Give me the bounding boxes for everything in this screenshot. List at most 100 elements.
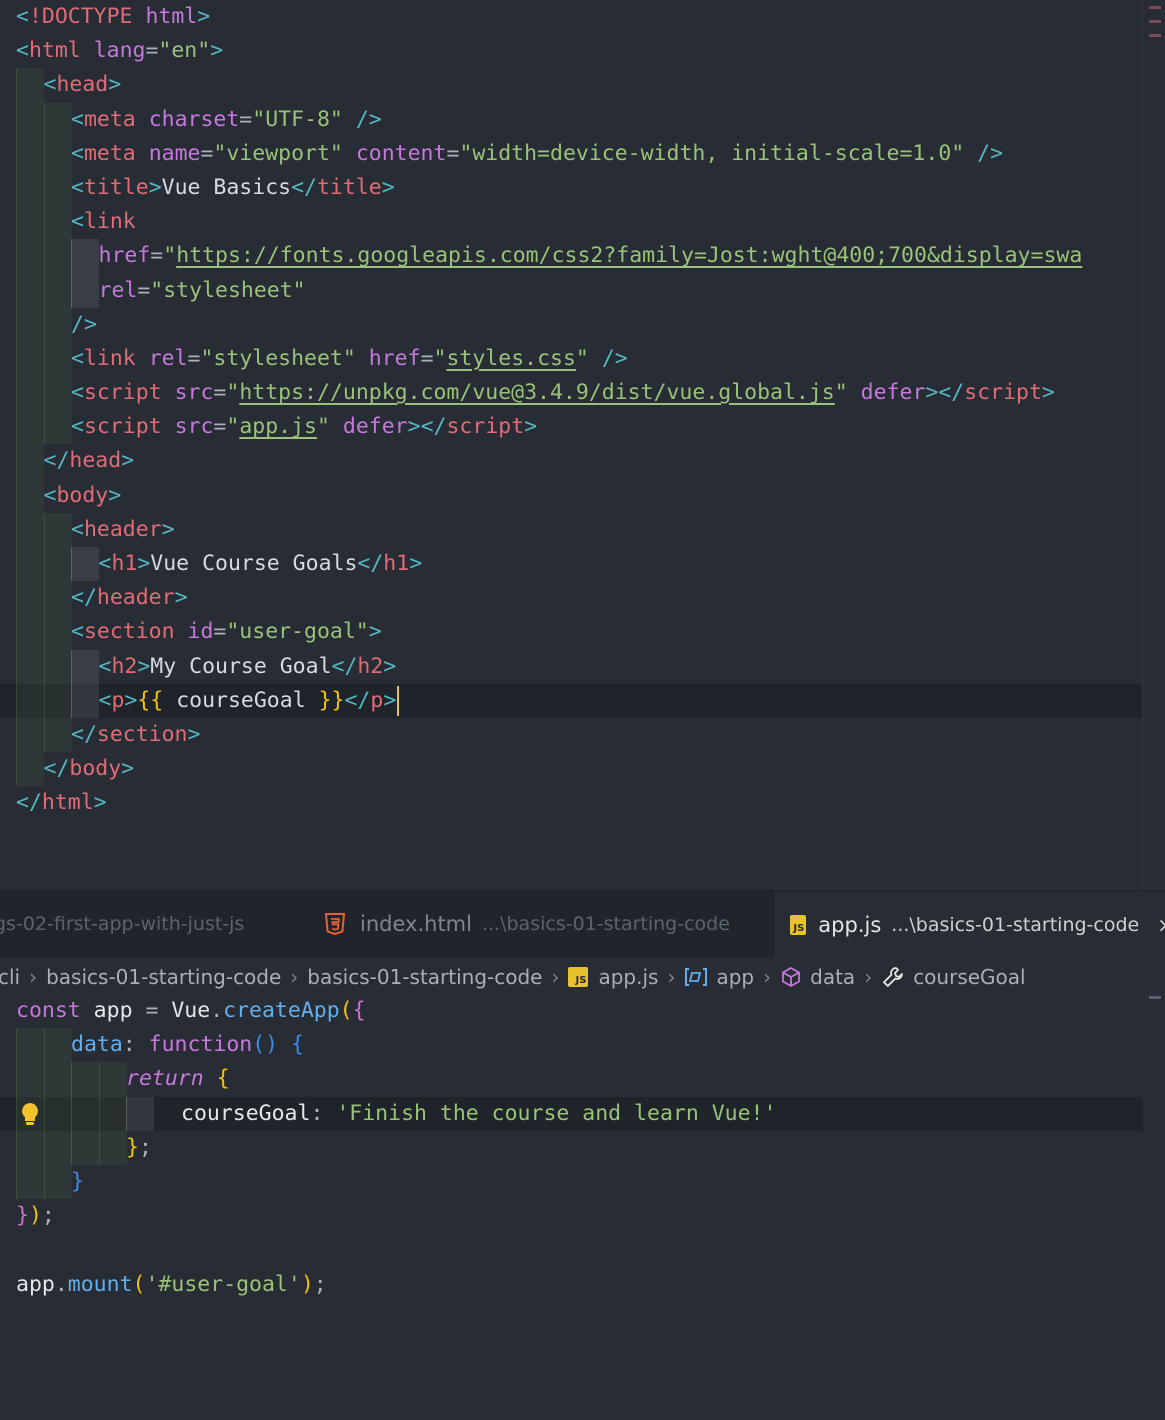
- code-line[interactable]: <!DOCTYPE html>: [0, 0, 1143, 34]
- code-line[interactable]: <meta charset="UTF-8" />: [0, 102, 1143, 137]
- code-token: ): [300, 1271, 314, 1297]
- breadcrumb-symbol-coursegoal[interactable]: courseGoal: [913, 965, 1025, 989]
- code-line[interactable]: <header>: [0, 512, 1143, 547]
- code-line[interactable]: app.mount('#user-goal');: [0, 1268, 1143, 1302]
- code-text: </header>: [71, 581, 188, 615]
- code-line[interactable]: <head>: [0, 68, 1143, 103]
- code-line[interactable]: <p>{{ courseGoal }}</p>: [0, 683, 1143, 718]
- code-text: };: [126, 1131, 152, 1165]
- code-line[interactable]: });: [0, 1199, 1143, 1233]
- breadcrumb-folder-1[interactable]: basics-01-starting-code: [46, 965, 281, 989]
- code-token: <: [16, 38, 29, 64]
- indent-guide: [16, 752, 44, 787]
- breadcrumb-symbol-app[interactable]: app: [716, 965, 754, 989]
- js-editor-pane[interactable]: gs-02-first-app-with-just-js index.html …: [0, 890, 1165, 1420]
- code-token: </: [357, 551, 384, 576]
- code-token: title: [316, 174, 382, 200]
- tab-app-js[interactable]: JS app.js ...\basics-01-starting-code ×: [774, 891, 1165, 958]
- code-token: (: [339, 998, 353, 1023]
- code-line[interactable]: }: [0, 1164, 1143, 1200]
- breadcrumb-symbol-data[interactable]: data: [810, 965, 855, 989]
- code-token: html: [28, 38, 81, 64]
- code-token: <: [98, 687, 112, 713]
- code-line[interactable]: </head>: [0, 444, 1143, 479]
- code-line[interactable]: </html>: [0, 786, 1143, 820]
- code-token: >: [381, 174, 395, 200]
- code-token: </: [16, 790, 42, 816]
- code-line[interactable]: <html lang="en">: [0, 34, 1143, 68]
- code-line[interactable]: </section>: [0, 717, 1143, 753]
- html-code-area[interactable]: <!DOCTYPE html> <html lang="en"> <head> <me…: [0, 0, 1143, 821]
- code-token: </: [71, 585, 97, 611]
- code-line[interactable]: <section id="user-goal">: [0, 615, 1143, 650]
- code-token: .: [210, 998, 224, 1023]
- code-token: rel: [148, 345, 188, 371]
- code-line[interactable]: <meta name="viewport" content="width=dev…: [0, 136, 1143, 171]
- code-line[interactable]: courseGoal: 'Finish the course and learn…: [0, 1096, 1143, 1131]
- tab-index-html[interactable]: index.html ...\basics-01-starting-code: [324, 891, 730, 957]
- code-line[interactable]: const app = Vue.createApp({: [0, 994, 1143, 1028]
- indent-guide: [98, 1062, 127, 1097]
- code-token: <: [98, 551, 112, 576]
- code-token: ": [834, 380, 848, 406]
- indent-guide: [71, 1130, 99, 1165]
- code-line[interactable]: <h1>Vue Course Goals</h1>: [0, 547, 1143, 582]
- code-text: }: [71, 1165, 84, 1199]
- tab-index-path: ...\basics-01-starting-code: [481, 913, 730, 935]
- code-line[interactable]: </body>: [0, 752, 1143, 787]
- tab-first-app[interactable]: gs-02-first-app-with-just-js: [0, 891, 244, 957]
- code-line[interactable]: [0, 1233, 1143, 1267]
- breadcrumb-cli[interactable]: cli: [0, 965, 20, 989]
- code-token: rel: [98, 277, 138, 303]
- code-token: mount: [67, 1271, 133, 1297]
- code-line[interactable]: <title>Vue Basics</title>: [0, 170, 1143, 206]
- code-line[interactable]: rel="stylesheet": [0, 273, 1143, 308]
- lightbulb-icon[interactable]: [20, 1102, 40, 1126]
- code-token: =: [446, 140, 460, 166]
- code-text: <meta charset="UTF-8" />: [71, 103, 382, 137]
- code-token: (: [132, 1271, 146, 1297]
- code-line[interactable]: <link rel="stylesheet" href="styles.css"…: [0, 341, 1143, 377]
- code-token: "width=device-width, initial-scale=1.0": [459, 140, 965, 166]
- code-line[interactable]: };: [0, 1130, 1143, 1165]
- code-token: (): [252, 1032, 279, 1058]
- code-line[interactable]: data: function() {: [0, 1028, 1143, 1063]
- code-line[interactable]: </header>: [0, 581, 1143, 616]
- code-text: <link rel="stylesheet" href="styles.css"…: [71, 342, 628, 376]
- html-editor-pane[interactable]: <!DOCTYPE html> <html lang="en"> <head> <me…: [0, 0, 1165, 890]
- indent-guide: [16, 683, 44, 718]
- indent-guide: [43, 547, 72, 582]
- close-icon[interactable]: ×: [1157, 913, 1165, 937]
- code-line[interactable]: return {: [0, 1062, 1143, 1097]
- code-token: My Course Goal: [150, 653, 332, 679]
- code-token: <: [71, 619, 84, 645]
- code-line[interactable]: <h2>My Course Goal</h2>: [0, 649, 1143, 684]
- tab-first-label: gs-02-first-app-with-just-js: [0, 913, 245, 935]
- js-code-area[interactable]: const app = Vue.createApp({data: functio…: [0, 994, 1143, 1302]
- code-line[interactable]: <script src="app.js" defer></script>: [0, 410, 1143, 445]
- code-line[interactable]: <link: [0, 205, 1143, 240]
- code-text: </section>: [71, 718, 200, 752]
- breadcrumb-file[interactable]: app.js: [598, 965, 658, 989]
- code-token: link: [83, 345, 136, 371]
- code-line[interactable]: href="https://fonts.googleapis.com/css2?…: [0, 239, 1143, 274]
- code-token: href: [98, 243, 151, 269]
- code-token: h2: [111, 653, 138, 679]
- code-token: >: [93, 790, 107, 816]
- breadcrumb-folder-2[interactable]: basics-01-starting-code: [307, 965, 542, 989]
- code-token: app: [16, 1271, 55, 1297]
- code-token: courseGoal: [163, 687, 319, 713]
- indent-guide: [43, 205, 72, 240]
- code-line[interactable]: />: [0, 307, 1143, 342]
- code-line[interactable]: <script src="https://unpkg.com/vue@3.4.9…: [0, 376, 1143, 411]
- code-line[interactable]: <body>: [0, 478, 1143, 513]
- vertical-scrollbar[interactable]: [1142, 0, 1143, 890]
- code-token: =: [145, 998, 172, 1023]
- code-token: />: [601, 345, 628, 371]
- code-text: href="https://fonts.googleapis.com/css2?…: [99, 239, 1083, 273]
- code-token: <: [16, 4, 29, 29]
- indent-guide: [16, 1028, 44, 1063]
